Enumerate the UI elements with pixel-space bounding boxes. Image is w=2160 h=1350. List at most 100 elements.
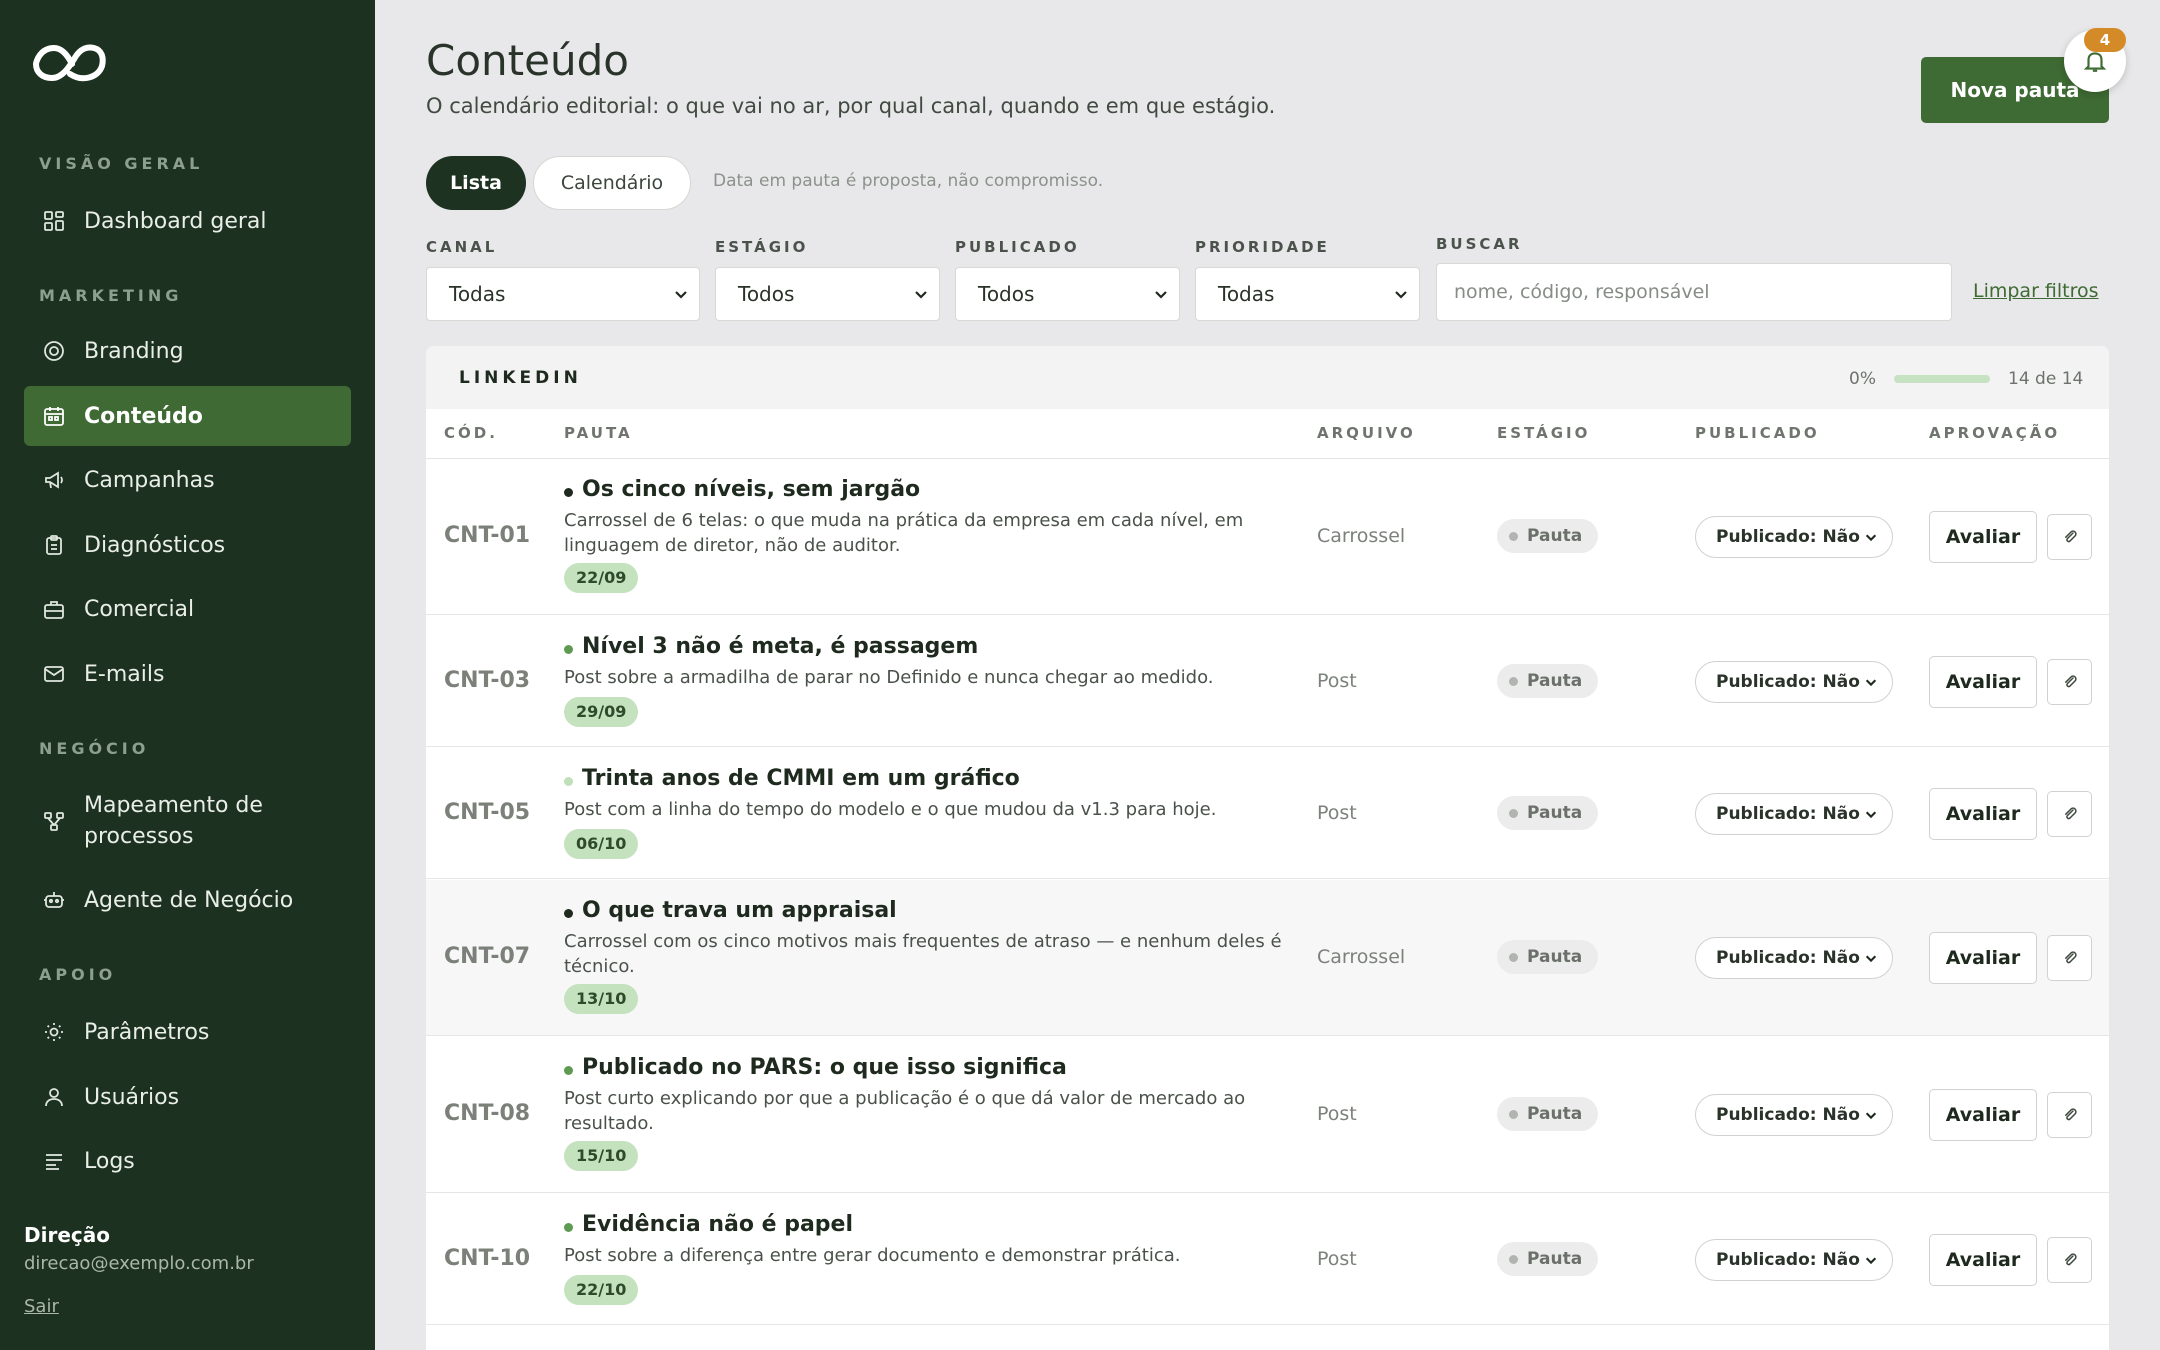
row-title: O que trava um appraisal — [582, 898, 897, 923]
stage-badge: Pauta — [1497, 1242, 1599, 1276]
attach-button[interactable] — [2047, 1092, 2092, 1138]
attach-button[interactable] — [2047, 1237, 2092, 1283]
priority-dot — [564, 1223, 573, 1232]
col-header-arquivo: ARQUIVO — [1317, 424, 1416, 442]
table-row[interactable]: CNT-03 Nível 3 não é meta, é passagem Po… — [426, 616, 2109, 747]
row-file-type: Post — [1317, 670, 1357, 692]
col-header-cod: CÓD. — [444, 424, 498, 442]
view-calendar-tab[interactable]: Calendário — [533, 156, 691, 210]
sun-icon — [42, 1020, 66, 1044]
row-date-chip: 29/09 — [564, 697, 639, 727]
filter-canal-select[interactable]: Todas — [426, 267, 700, 321]
table-row[interactable]: CNT-05 Trinta anos de CMMI em um gráfico… — [426, 748, 2109, 879]
target-icon — [42, 339, 66, 363]
logout-link[interactable]: Sair — [24, 1296, 59, 1317]
sidebar-item-comercial[interactable]: Comercial — [24, 579, 351, 639]
clear-filters-link[interactable]: Limpar filtros — [1973, 280, 2099, 302]
list-icon — [42, 1149, 66, 1173]
evaluate-button[interactable]: Avaliar — [1929, 932, 2037, 984]
stage-badge: Pauta — [1497, 664, 1599, 698]
filter-canal-value: Todas — [449, 282, 506, 306]
search-input[interactable] — [1436, 263, 1952, 321]
table-row[interactable]: CNT-01 Os cinco níveis, sem jargão Carro… — [426, 459, 2109, 615]
sidebar-item-label: Diagnósticos — [84, 532, 226, 558]
sidebar-item-conteudo[interactable]: Conteúdo — [24, 386, 351, 446]
col-header-pauta: PAUTA — [564, 424, 633, 442]
published-select[interactable]: Publicado: Não — [1695, 516, 1893, 558]
evaluate-button[interactable]: Avaliar — [1929, 788, 2037, 840]
sidebar-item-usuarios[interactable]: Usuários — [24, 1067, 351, 1127]
evaluate-button[interactable]: Avaliar — [1929, 1089, 2037, 1141]
progress-percent: 0% — [1849, 369, 1876, 389]
table-row[interactable]: CNT-10 Evidência não é papel Post sobre … — [426, 1194, 2109, 1325]
chevron-down-icon — [1155, 291, 1167, 299]
filter-publicado-select[interactable]: Todos — [955, 267, 1180, 321]
published-select[interactable]: Publicado: Não — [1695, 661, 1893, 703]
row-date-chip: 22/10 — [564, 1275, 639, 1305]
sidebar-item-label: Branding — [84, 338, 184, 364]
sidebar-item-label: Campanhas — [84, 467, 215, 493]
sidebar-item-agente[interactable]: Agente de Negócio — [24, 870, 351, 930]
notification-badge: 4 — [2084, 28, 2126, 52]
filter-prioridade-select[interactable]: Todas — [1195, 267, 1420, 321]
flow-icon — [42, 809, 66, 833]
attach-button[interactable] — [2047, 659, 2092, 705]
sidebar-item-diagnosticos[interactable]: Diagnósticos — [24, 515, 351, 575]
filter-prioridade-value: Todas — [1218, 282, 1275, 306]
content-group-card: LINKEDIN 0% 14 de 14 CÓD. PAUTA ARQUIVO … — [426, 346, 2109, 1350]
sidebar-item-campanhas[interactable]: Campanhas — [24, 450, 351, 510]
sidebar-item-dashboard[interactable]: Dashboard geral — [24, 191, 351, 251]
evaluate-button[interactable]: Avaliar — [1929, 1234, 2037, 1286]
sidebar-item-label: Agente de Negócio — [84, 887, 294, 913]
published-select[interactable]: Publicado: Não — [1695, 1239, 1893, 1281]
priority-dot — [564, 645, 573, 654]
logo-icon[interactable] — [32, 38, 108, 86]
row-code: CNT-01 — [444, 523, 531, 548]
row-code: CNT-10 — [444, 1246, 531, 1271]
row-file-type: Post — [1317, 1248, 1357, 1270]
attach-button[interactable] — [2047, 935, 2092, 981]
row-file-type: Post — [1317, 1103, 1357, 1125]
chevron-down-icon — [1865, 1257, 1877, 1265]
page-subtitle: O calendário editorial: o que vai no ar,… — [426, 94, 1276, 118]
chevron-down-icon — [1865, 955, 1877, 963]
sidebar-item-branding[interactable]: Branding — [24, 321, 351, 381]
view-list-tab[interactable]: Lista — [426, 156, 526, 210]
sidebar-item-mapeamento[interactable]: Mapeamento de processos — [24, 781, 351, 861]
sidebar-item-logs[interactable]: Logs — [24, 1131, 351, 1191]
calendar-icon — [42, 404, 66, 428]
published-select[interactable]: Publicado: Não — [1695, 793, 1893, 835]
row-file-type: Post — [1317, 802, 1357, 824]
stage-badge: Pauta — [1497, 519, 1599, 553]
evaluate-button[interactable]: Avaliar — [1929, 656, 2037, 708]
row-description: Post sobre a diferença entre gerar docum… — [564, 1245, 1181, 1266]
row-file-type: Carrossel — [1317, 946, 1406, 968]
priority-dot — [564, 777, 573, 786]
sidebar-item-label: Parâmetros — [84, 1019, 210, 1045]
chevron-down-icon — [675, 291, 687, 299]
paperclip-icon — [2064, 1253, 2077, 1266]
stage-badge: Pauta — [1497, 940, 1599, 974]
row-code: CNT-05 — [444, 800, 531, 825]
sidebar-item-label: Mapeamento de processos — [84, 793, 263, 849]
sidebar-item-label: Comercial — [84, 596, 195, 622]
attach-button[interactable] — [2047, 791, 2092, 837]
group-title: LINKEDIN — [459, 368, 582, 388]
evaluate-button[interactable]: Avaliar — [1929, 511, 2037, 563]
sidebar-item-emails[interactable]: E-mails — [24, 644, 351, 704]
table-row[interactable]: CNT-08 Publicado no PARS: o que isso sig… — [426, 1037, 2109, 1193]
attach-button[interactable] — [2047, 514, 2092, 560]
sidebar-item-label: Logs — [84, 1148, 135, 1174]
row-description: Carrossel de 6 telas: o que muda na prát… — [564, 510, 1244, 556]
table-row[interactable]: CNT-07 O que trava um appraisal Carrosse… — [426, 880, 2109, 1036]
sidebar-item-parametros[interactable]: Parâmetros — [24, 1002, 351, 1062]
stage-badge: Pauta — [1497, 796, 1599, 830]
user-icon — [42, 1085, 66, 1109]
row-date-chip: 13/10 — [564, 984, 639, 1014]
published-select[interactable]: Publicado: Não — [1695, 937, 1893, 979]
row-title: Trinta anos de CMMI em um gráfico — [582, 766, 1020, 791]
filter-estagio-select[interactable]: Todos — [715, 267, 940, 321]
progress-bar — [1894, 375, 1990, 383]
published-select[interactable]: Publicado: Não — [1695, 1094, 1893, 1136]
chevron-down-icon — [1865, 1112, 1877, 1120]
